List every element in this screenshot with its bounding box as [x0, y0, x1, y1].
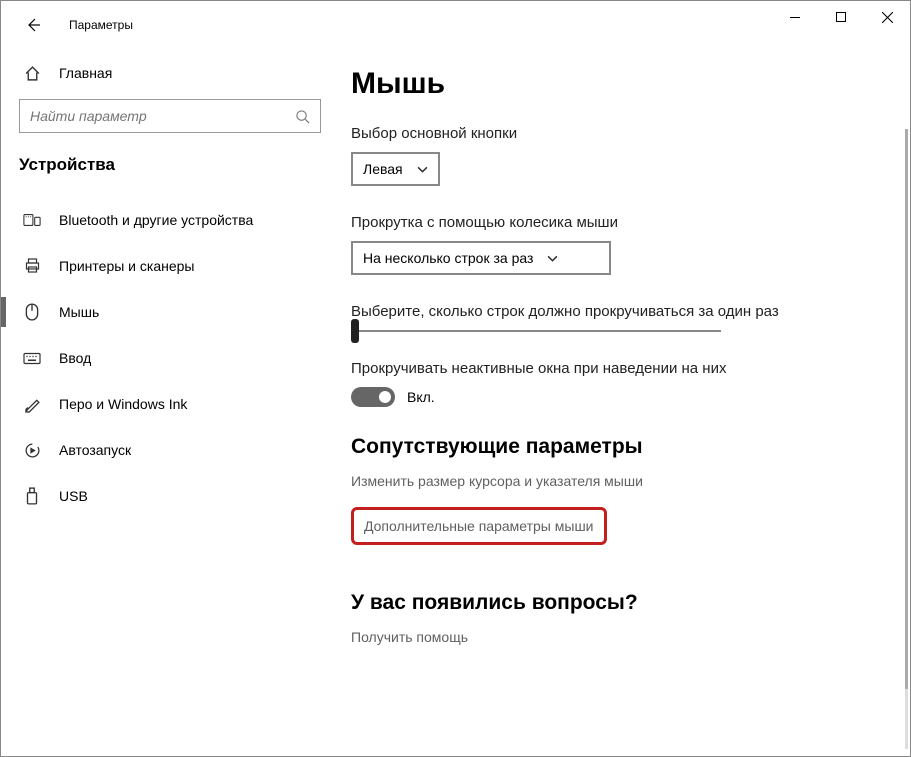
window-title: Параметры: [69, 18, 133, 32]
titlebar: Параметры: [1, 1, 910, 49]
home-label: Главная: [59, 65, 112, 81]
sidebar-item-pen[interactable]: Перо и Windows Ink: [1, 381, 341, 427]
scroll-mode-value: На несколько строк за раз: [363, 250, 533, 266]
vertical-scrollbar[interactable]: [905, 129, 908, 749]
related-heading: Сопутствующие параметры: [351, 435, 880, 459]
lines-per-scroll-label: Выберите, сколько строк должно прокручив…: [351, 303, 880, 320]
maximize-icon: [836, 12, 846, 22]
home-icon: [23, 65, 41, 82]
maximize-button[interactable]: [818, 1, 864, 33]
sidebar-item-label: Мышь: [59, 304, 99, 320]
slider-thumb[interactable]: [351, 319, 359, 343]
sidebar: Главная Устройства Bluetooth и другие ус…: [1, 49, 341, 756]
scroll-mode-setting: Прокрутка с помощью колесика мыши На нес…: [351, 214, 880, 275]
chevron-down-icon: [547, 255, 558, 262]
sidebar-category: Устройства: [1, 145, 341, 191]
close-icon: [882, 12, 893, 23]
sidebar-item-label: Bluetooth и другие устройства: [59, 212, 253, 228]
inactive-hover-label: Прокручивать неактивные окна при наведен…: [351, 360, 880, 377]
devices-icon: [23, 212, 41, 228]
link-additional-mouse[interactable]: Дополнительные параметры мыши: [351, 507, 607, 545]
link-cursor-size[interactable]: Изменить размер курсора и указателя мыши: [351, 473, 643, 489]
keyboard-icon: [23, 352, 41, 365]
scroll-mode-combo[interactable]: На несколько строк за раз: [351, 241, 611, 275]
content-area: Мышь Выбор основной кнопки Левая Прокрут…: [341, 49, 910, 756]
settings-window: Параметры Главная: [0, 0, 911, 757]
sidebar-item-bluetooth[interactable]: Bluetooth и другие устройства: [1, 197, 341, 243]
sidebar-item-label: USB: [59, 488, 88, 504]
sidebar-item-label: Ввод: [59, 350, 91, 366]
sidebar-item-typing[interactable]: Ввод: [1, 335, 341, 381]
minimize-button[interactable]: [772, 1, 818, 33]
search-box[interactable]: [19, 99, 321, 133]
scrollbar-thumb[interactable]: [905, 129, 908, 689]
page-title: Мышь: [351, 67, 880, 101]
inactive-hover-toggle[interactable]: [351, 387, 395, 407]
printer-icon: [23, 258, 41, 274]
help-heading: У вас появились вопросы?: [351, 591, 880, 615]
usb-icon: [23, 487, 41, 505]
search-input[interactable]: [30, 108, 295, 124]
toggle-state-label: Вкл.: [407, 389, 435, 405]
window-controls: [772, 1, 910, 41]
chevron-down-icon: [417, 166, 428, 173]
search-wrap: [1, 93, 341, 145]
scroll-mode-label: Прокрутка с помощью колесика мыши: [351, 214, 880, 231]
autoplay-icon: [23, 442, 41, 459]
toggle-knob: [379, 391, 391, 403]
minimize-icon: [790, 17, 800, 18]
slider-track: [351, 330, 721, 332]
link-get-help[interactable]: Получить помощь: [351, 629, 468, 645]
primary-button-combo[interactable]: Левая: [351, 152, 440, 186]
sidebar-item-autoplay[interactable]: Автозапуск: [1, 427, 341, 473]
window-body: Главная Устройства Bluetooth и другие ус…: [1, 49, 910, 756]
search-icon: [295, 109, 310, 124]
sidebar-item-label: Принтеры и сканеры: [59, 258, 194, 274]
sidebar-item-usb[interactable]: USB: [1, 473, 341, 519]
mouse-icon: [23, 303, 41, 321]
arrow-left-icon: [25, 17, 41, 33]
nav-list: Bluetooth и другие устройства Принтеры и…: [1, 197, 341, 519]
sidebar-item-label: Перо и Windows Ink: [59, 396, 187, 412]
sidebar-item-mouse[interactable]: Мышь: [1, 289, 341, 335]
lines-slider[interactable]: [351, 330, 721, 332]
primary-button-label: Выбор основной кнопки: [351, 125, 880, 142]
primary-button-setting: Выбор основной кнопки Левая: [351, 125, 880, 186]
pen-icon: [23, 396, 41, 413]
home-link[interactable]: Главная: [1, 53, 341, 93]
primary-button-value: Левая: [363, 161, 403, 177]
sidebar-item-label: Автозапуск: [59, 442, 131, 458]
inactive-hover-setting: Прокручивать неактивные окна при наведен…: [351, 360, 880, 407]
back-button[interactable]: [17, 9, 49, 41]
lines-per-scroll-setting: Выберите, сколько строк должно прокручив…: [351, 303, 880, 332]
close-button[interactable]: [864, 1, 910, 33]
sidebar-item-printers[interactable]: Принтеры и сканеры: [1, 243, 341, 289]
